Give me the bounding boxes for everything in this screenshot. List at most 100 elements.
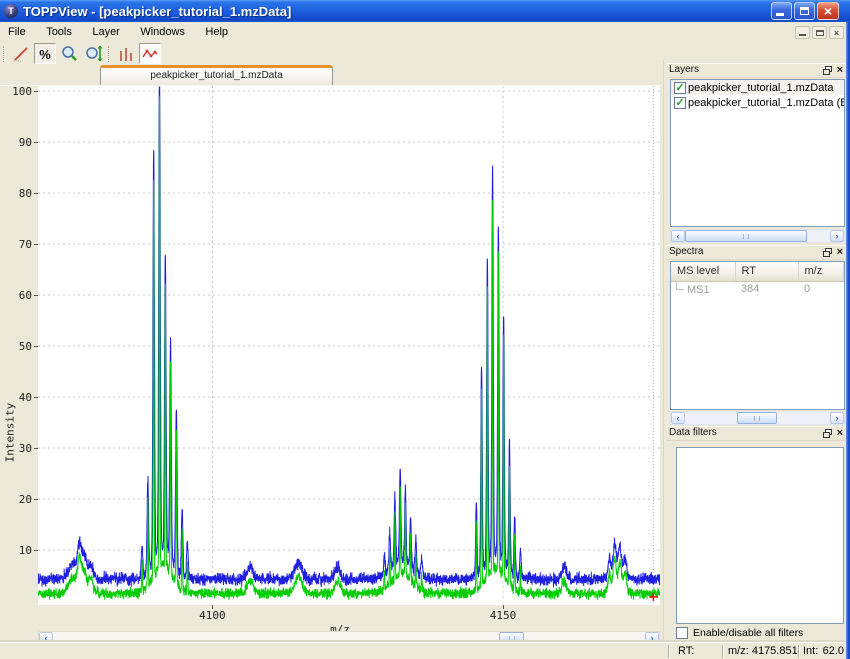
close-panel-icon[interactable]: ×	[837, 65, 843, 75]
status-bar: RT: m/z: 4175.851 Int: 62.0	[0, 642, 850, 659]
reset-zoom-button[interactable]	[10, 43, 32, 64]
reset-zoom-icon	[12, 45, 30, 63]
status-mz-value: m/z: 4175.851	[728, 645, 798, 657]
column-header-ms-level[interactable]: MS level	[671, 262, 735, 281]
scroll-left-arrow-icon[interactable]: ‹	[671, 230, 685, 242]
spectra-horizontal-scrollbar[interactable]: ‹ ›	[670, 411, 845, 425]
tick-label: 90	[2, 136, 32, 149]
peaks-chart-icon	[117, 45, 135, 63]
zoom-stack-icon	[84, 44, 103, 63]
scroll-left-arrow-icon[interactable]: ‹	[671, 412, 685, 424]
spectrum-trace	[38, 87, 660, 587]
tick-label: 30	[2, 442, 32, 455]
y-axis-label: Intensity	[4, 393, 17, 473]
layer-checkbox[interactable]: ✓	[674, 82, 686, 94]
toolbar-handle[interactable]	[108, 46, 110, 62]
minimize-button[interactable]	[771, 2, 792, 20]
status-int-label: Int:	[803, 645, 818, 657]
percentage-icon: %	[36, 45, 54, 63]
statusbar-separator	[798, 645, 800, 658]
spectra-scrollbar-thumb[interactable]	[737, 412, 777, 424]
layers-list: ✓ peakpicker_tutorial_1.mzData ✓ peakpic…	[670, 79, 845, 227]
draw-lines-button[interactable]	[139, 43, 161, 64]
spectra-rt: 384	[735, 281, 798, 297]
menu-help[interactable]: Help	[197, 22, 236, 42]
menu-file[interactable]: File	[0, 22, 34, 42]
spectra-ms-level: MS1	[687, 284, 710, 296]
minimize-icon	[776, 13, 784, 16]
mdi-restore-button[interactable]	[812, 26, 827, 39]
column-header-rt[interactable]: RT	[735, 262, 798, 281]
tick-mark	[34, 142, 38, 143]
sidebar-splitter[interactable]	[663, 60, 664, 640]
app-icon[interactable]: T	[4, 4, 18, 18]
app-window: T TOPPView - [peakpicker_tutorial_1.mzDa…	[0, 0, 850, 659]
tab-peakpicker-tutorial[interactable]: peakpicker_tutorial_1.mzData	[100, 65, 333, 85]
line-chart-icon	[141, 45, 159, 63]
intensity-percentage-button[interactable]: %	[34, 43, 56, 64]
zoom-stack-button[interactable]	[82, 43, 104, 64]
draw-peaks-button[interactable]	[115, 43, 137, 64]
tick-label: 80	[2, 187, 32, 200]
tick-label: 10	[2, 544, 32, 557]
layers-horizontal-scrollbar[interactable]: ‹ ›	[670, 229, 845, 243]
layers-panel-title: Layers	[669, 64, 699, 75]
restore-button[interactable]	[794, 2, 815, 20]
title-bar[interactable]: T TOPPView - [peakpicker_tutorial_1.mzDa…	[0, 0, 850, 22]
float-panel-icon[interactable]	[823, 66, 832, 75]
data-filters-panel-title: Data filters	[669, 427, 717, 438]
status-int-value: 62.0	[820, 645, 844, 657]
menu-tools[interactable]: Tools	[38, 22, 80, 42]
tick-mark	[34, 550, 38, 551]
layer-item[interactable]: ✓ peakpicker_tutorial_1.mzData (Bas	[671, 95, 844, 110]
mdi-close-button[interactable]: ×	[829, 26, 844, 39]
menu-layer[interactable]: Layer	[84, 22, 128, 42]
enable-filters-row: ✓ Enable/disable all filters	[676, 627, 803, 639]
tick-mark	[212, 605, 213, 609]
spectra-panel-header: Spectra ×	[666, 245, 846, 260]
tick-label: 50	[2, 340, 32, 353]
layers-panel-header: Layers ×	[666, 63, 846, 78]
magnifier-icon	[60, 44, 79, 63]
tick-mark	[34, 91, 38, 92]
statusbar-separator	[722, 645, 724, 658]
tick-mark	[34, 244, 38, 245]
spectra-mz: 0	[798, 281, 844, 297]
layer-item[interactable]: ✓ peakpicker_tutorial_1.mzData	[671, 80, 844, 95]
tick-mark	[34, 193, 38, 194]
tick-label: 70	[2, 238, 32, 251]
scroll-right-arrow-icon[interactable]: ›	[830, 412, 844, 424]
window-right-border	[846, 22, 850, 659]
tick-label: 4100	[182, 609, 242, 622]
close-button[interactable]: ×	[817, 2, 839, 20]
mdi-restore-icon	[816, 30, 824, 36]
tick-mark	[34, 499, 38, 500]
spectra-table: MS level RT m/z MS1 384 0	[671, 262, 844, 297]
data-filters-list[interactable]	[676, 447, 844, 624]
menu-windows[interactable]: Windows	[132, 22, 193, 42]
spectra-table-container: MS level RT m/z MS1 384 0	[670, 261, 845, 410]
spectrum-plot-region: Intensity m/z 10203040506070809010041004…	[0, 85, 662, 645]
zoom-magnifier-button[interactable]	[58, 43, 80, 64]
layer-checkbox[interactable]: ✓	[674, 97, 686, 109]
close-panel-icon[interactable]: ×	[837, 247, 843, 257]
tick-label: 4150	[473, 609, 533, 622]
column-header-mz[interactable]: m/z	[798, 262, 844, 281]
spectrum-canvas[interactable]	[38, 86, 660, 605]
mdi-minimize-icon	[799, 34, 806, 36]
layer-label: peakpicker_tutorial_1.mzData	[688, 82, 834, 94]
spectra-row[interactable]: MS1 384 0	[671, 281, 844, 297]
layers-scrollbar-thumb[interactable]	[685, 230, 807, 242]
window-title: TOPPView - [peakpicker_tutorial_1.mzData…	[23, 4, 291, 19]
float-panel-icon[interactable]	[823, 429, 832, 438]
mdi-minimize-button[interactable]	[795, 26, 810, 39]
tick-label: 40	[2, 391, 32, 404]
enable-filters-checkbox[interactable]: ✓	[676, 627, 688, 639]
float-panel-icon[interactable]	[823, 248, 832, 257]
tick-mark	[503, 605, 504, 609]
sidebar: Layers × ✓ peakpicker_tutorial_1.mzData …	[666, 60, 846, 642]
scroll-right-arrow-icon[interactable]: ›	[830, 230, 844, 242]
enable-filters-label: Enable/disable all filters	[693, 627, 803, 639]
close-panel-icon[interactable]: ×	[837, 428, 843, 438]
toolbar-handle[interactable]	[3, 46, 5, 62]
